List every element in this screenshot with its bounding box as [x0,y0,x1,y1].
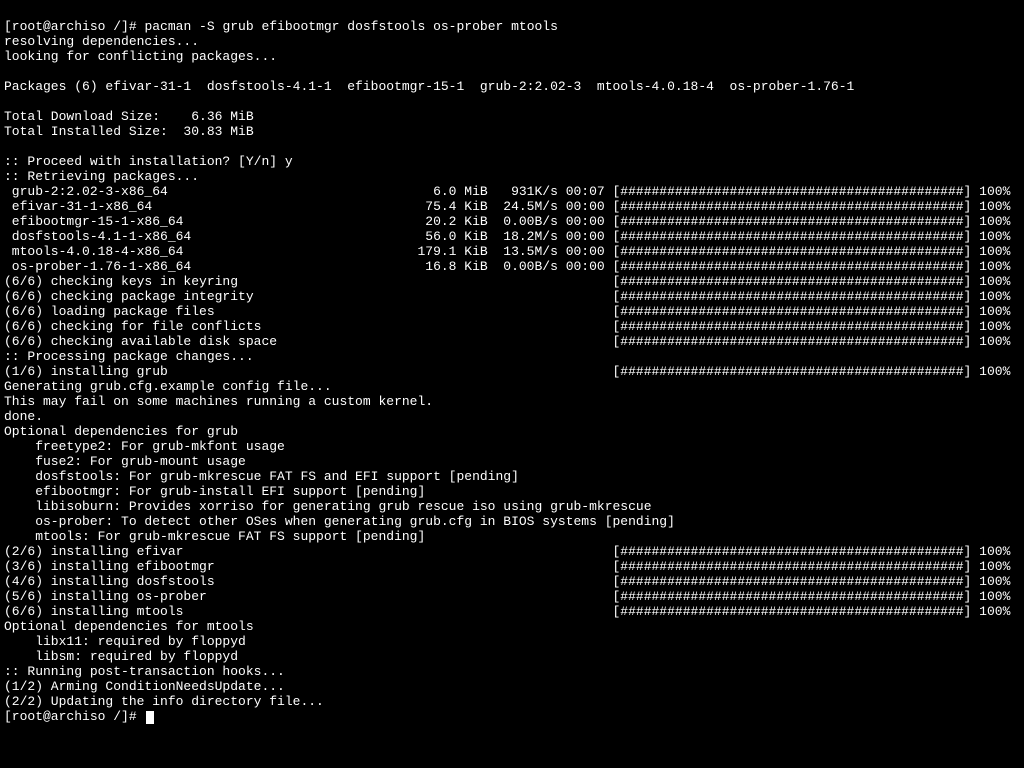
output-line: done. [4,409,43,424]
optional-dep: freetype2: For grub-mkfont usage [4,439,285,454]
shell-prompt: [root@archiso /]# [4,19,144,34]
check-progress: (6/6) checking available disk space [###… [4,334,1010,349]
prompt-line: [root@archiso /]# pacman -S grub efiboot… [4,19,558,34]
output-line: resolving dependencies... [4,34,199,49]
optional-dep: dosfstools: For grub-mkrescue FAT FS and… [4,469,519,484]
total-installed-size: Total Installed Size: 30.83 MiB [4,124,254,139]
shell-prompt: [root@archiso /]# [4,709,144,724]
cursor-icon [146,711,154,724]
output-line: Generating grub.cfg.example config file.… [4,379,332,394]
blank-line [4,94,12,109]
proceed-prompt: :: Proceed with installation? [Y/n] y [4,154,293,169]
optional-dep: mtools: For grub-mkrescue FAT FS support… [4,529,425,544]
optional-dep: os-prober: To detect other OSes when gen… [4,514,675,529]
download-progress: mtools-4.0.18-4-x86_64 179.1 KiB 13.5M/s… [4,244,1010,259]
output-line: looking for conflicting packages... [4,49,277,64]
blank-line [4,64,12,79]
install-progress: (6/6) installing mtools [###############… [4,604,1010,619]
optional-dep: efibootmgr: For grub-install EFI support… [4,484,425,499]
hooks-header: :: Running post-transaction hooks... [4,664,285,679]
optional-dep: fuse2: For grub-mount usage [4,454,246,469]
processing-header: :: Processing package changes... [4,349,254,364]
install-progress: (4/6) installing dosfstools [###########… [4,574,1010,589]
download-progress: efivar-31-1-x86_64 75.4 KiB 24.5M/s 00:0… [4,199,1010,214]
install-progress: (2/6) installing efivar [###############… [4,544,1010,559]
total-download-size: Total Download Size: 6.36 MiB [4,109,254,124]
optional-deps-header: Optional dependencies for mtools [4,619,254,634]
download-progress: grub-2:2.02-3-x86_64 6.0 MiB 931K/s 00:0… [4,184,1010,199]
optional-deps-header: Optional dependencies for grub [4,424,238,439]
optional-dep: libisoburn: Provides xorriso for generat… [4,499,652,514]
check-progress: (6/6) checking keys in keyring [########… [4,274,1010,289]
check-progress: (6/6) checking for file conflicts [#####… [4,319,1010,334]
install-progress: (3/6) installing efibootmgr [###########… [4,559,1010,574]
install-progress: (5/6) installing os-prober [############… [4,589,1010,604]
prompt-line[interactable]: [root@archiso /]# [4,709,154,724]
optional-dep: libx11: required by floppyd [4,634,246,649]
terminal-output[interactable]: [root@archiso /]# pacman -S grub efiboot… [0,0,1024,728]
download-progress: os-prober-1.76-1-x86_64 16.8 KiB 0.00B/s… [4,259,1010,274]
blank-line [4,139,12,154]
packages-list: Packages (6) efivar-31-1 dosfstools-4.1-… [4,79,854,94]
output-line: This may fail on some machines running a… [4,394,433,409]
hook-line: (2/2) Updating the info directory file..… [4,694,324,709]
check-progress: (6/6) loading package files [###########… [4,304,1010,319]
check-progress: (6/6) checking package integrity [######… [4,289,1010,304]
command-text: pacman -S grub efibootmgr dosfstools os-… [144,19,557,34]
download-progress: efibootmgr-15-1-x86_64 20.2 KiB 0.00B/s … [4,214,1010,229]
hook-line: (1/2) Arming ConditionNeedsUpdate... [4,679,285,694]
retrieving-header: :: Retrieving packages... [4,169,199,184]
optional-dep: libsm: required by floppyd [4,649,238,664]
download-progress: dosfstools-4.1-1-x86_64 56.0 KiB 18.2M/s… [4,229,1010,244]
install-progress: (1/6) installing grub [#################… [4,364,1010,379]
